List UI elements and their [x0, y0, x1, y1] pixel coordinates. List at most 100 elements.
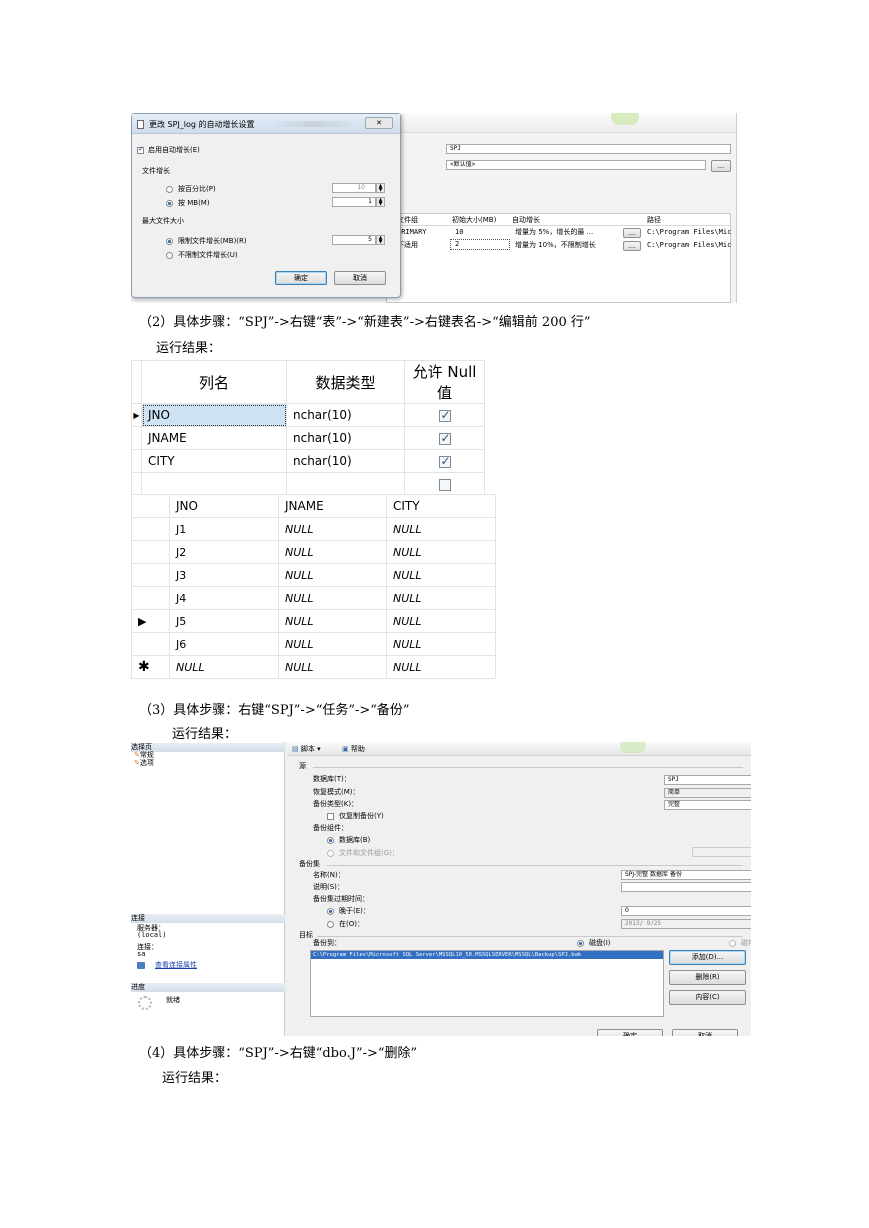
row-selector	[131, 586, 170, 610]
owner-browse-button[interactable]: ...	[711, 160, 731, 172]
design-row[interactable]: JNAME nchar(10)	[131, 426, 485, 450]
data-table-screenshot: JNO JNAME CITY J1 NULL NULL J2 NULL NULL J3 N…	[131, 494, 496, 679]
design-colname-cell[interactable]: JNO	[141, 403, 287, 427]
backup-type-select[interactable]: 完整	[664, 800, 751, 810]
owner-field[interactable]: <默认值>	[446, 160, 706, 170]
cell-jname[interactable]: NULL	[278, 563, 387, 587]
limit-growth-radio[interactable]	[166, 238, 173, 245]
design-datatype-cell[interactable]: nchar(10)	[286, 403, 405, 427]
component-database-radio[interactable]	[327, 837, 334, 844]
name-input[interactable]: SPJ-完整 数据库 备份	[621, 870, 751, 880]
design-colname-cell[interactable]: CITY	[141, 449, 287, 473]
nullable-checkbox[interactable]	[438, 408, 451, 422]
limit-spinner[interactable]: 5	[332, 235, 376, 245]
db-name-field[interactable]: SPJ	[446, 144, 731, 154]
after-radio[interactable]	[327, 908, 334, 915]
on-date-input[interactable]: 2013/ 9/25	[621, 919, 751, 929]
cell-city[interactable]: NULL	[386, 632, 496, 656]
cell-city[interactable]: NULL	[386, 517, 496, 541]
script-button[interactable]: ▤ 脚本 ▾	[292, 745, 321, 754]
page-options-item[interactable]: ✎选项	[134, 759, 154, 768]
percent-spinner[interactable]: 10	[332, 183, 376, 193]
cell-city[interactable]: NULL	[386, 563, 496, 587]
table-row[interactable]: J3 NULL NULL	[131, 563, 496, 587]
by-mb-radio[interactable]	[166, 200, 173, 207]
cell-jno[interactable]: J3	[169, 563, 279, 587]
nullable-checkbox[interactable]	[438, 431, 451, 445]
destination-list[interactable]: C:\Program Files\Microsoft SQL Server\MS…	[310, 950, 664, 1017]
expire-label: 备份集过期时间：	[313, 895, 369, 903]
cancel-button[interactable]: 取消	[672, 1029, 738, 1036]
on-radio[interactable]	[327, 921, 334, 928]
cell-jno[interactable]: J5	[169, 609, 279, 633]
row2-size[interactable]: 2	[450, 239, 510, 250]
component-files-radio[interactable]	[327, 850, 334, 857]
cell-city[interactable]: NULL	[386, 609, 496, 633]
cell-jname[interactable]: NULL	[278, 609, 387, 633]
design-nullable-cell[interactable]	[404, 426, 485, 450]
cell-jname[interactable]: NULL	[278, 517, 387, 541]
dialog-cancel-button[interactable]: 取消	[334, 271, 386, 285]
files-field	[692, 847, 751, 857]
cell-jno[interactable]: J1	[169, 517, 279, 541]
cell-city[interactable]: NULL	[386, 586, 496, 610]
ready-label: 就绪	[166, 996, 180, 1004]
design-colname-cell[interactable]: JNAME	[141, 426, 287, 450]
cell-city[interactable]: NULL	[386, 655, 496, 679]
row1-autogrowth-browse[interactable]: ...	[623, 228, 641, 238]
backup-set-section: 备份集	[299, 860, 320, 868]
table-row[interactable]: J1 NULL NULL	[131, 517, 496, 541]
remove-button[interactable]: 删除(R)	[669, 970, 746, 985]
tape-radio[interactable]	[729, 940, 736, 947]
design-row[interactable]: CITY nchar(10)	[131, 449, 485, 473]
contents-button[interactable]: 内容(C)	[669, 990, 746, 1005]
ok-button[interactable]: 确定	[597, 1029, 663, 1036]
disk-radio[interactable]	[577, 940, 584, 947]
table-row[interactable]: ▶ J5 NULL NULL	[131, 609, 496, 633]
cell-jno[interactable]: J4	[169, 586, 279, 610]
table-row[interactable]: J2 NULL NULL	[131, 540, 496, 564]
add-button[interactable]: 添加(D)...	[669, 950, 746, 965]
copy-only-checkbox[interactable]	[327, 813, 334, 820]
design-nullable-cell[interactable]	[404, 472, 485, 496]
nullable-checkbox[interactable]	[438, 454, 451, 468]
limit-spinner-arrows[interactable]: ▲ ▼	[376, 235, 385, 245]
database-select[interactable]: SPJ	[664, 775, 751, 785]
cell-city[interactable]: NULL	[386, 540, 496, 564]
cell-jno[interactable]: J2	[169, 540, 279, 564]
cell-jname[interactable]: NULL	[278, 632, 387, 656]
after-input[interactable]: 0	[621, 906, 751, 916]
view-connection-link[interactable]: 查看连接属性	[155, 961, 197, 970]
nullable-checkbox[interactable]	[438, 478, 451, 491]
cell-jno[interactable]: J6	[169, 632, 279, 656]
mb-spinner[interactable]: 1	[332, 197, 376, 207]
row2-autogrowth-browse[interactable]: ...	[623, 241, 641, 251]
design-datatype-cell[interactable]	[286, 472, 405, 496]
enable-autogrowth-checkbox[interactable]: ✓	[137, 145, 144, 154]
design-row[interactable]: ▶ JNO nchar(10)	[131, 403, 485, 427]
design-datatype-cell[interactable]: nchar(10)	[286, 426, 405, 450]
by-percent-radio[interactable]	[166, 186, 173, 193]
design-row[interactable]	[131, 472, 485, 496]
table-row[interactable]: J4 NULL NULL	[131, 586, 496, 610]
limit-growth-label: 限制文件增长(MB)(R)	[178, 237, 247, 245]
design-datatype-cell[interactable]: nchar(10)	[286, 449, 405, 473]
mb-spinner-arrows[interactable]: ▲ ▼	[376, 197, 385, 207]
design-nullable-cell[interactable]	[404, 449, 485, 473]
dialog-close-button[interactable]: ✕	[365, 117, 393, 129]
cell-jname[interactable]: NULL	[278, 540, 387, 564]
table-row-new[interactable]: ✱ NULL NULL NULL	[131, 655, 496, 679]
design-colname-cell[interactable]	[141, 472, 287, 496]
desc-input[interactable]	[621, 882, 751, 892]
source-section: 源	[299, 762, 306, 770]
help-button[interactable]: ▣ 帮助	[342, 745, 365, 754]
percent-spinner-arrows[interactable]: ▲ ▼	[376, 183, 385, 193]
cell-jname[interactable]: NULL	[278, 586, 387, 610]
dialog-ok-button[interactable]: 确定	[275, 271, 327, 285]
cell-jno[interactable]: NULL	[169, 655, 279, 679]
destination-path-item[interactable]: C:\Program Files\Microsoft SQL Server\MS…	[311, 951, 663, 959]
cell-jname[interactable]: NULL	[278, 655, 387, 679]
table-row[interactable]: J6 NULL NULL	[131, 632, 496, 656]
design-nullable-cell[interactable]	[404, 403, 485, 427]
unlimited-radio[interactable]	[166, 252, 173, 259]
